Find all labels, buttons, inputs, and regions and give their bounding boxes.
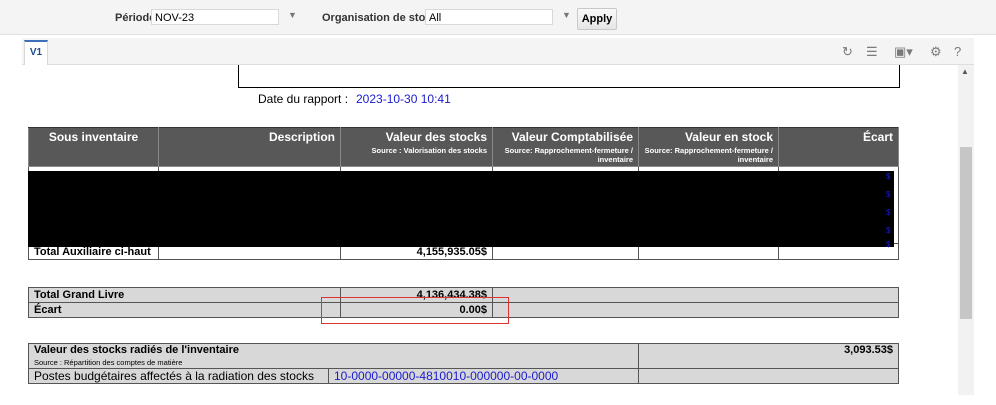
- radies-source: Source : Répartition des comptes de mati…: [34, 358, 183, 367]
- redacted-block: [28, 171, 894, 247]
- postes-value-link[interactable]: 10-0000-00000-4810010-000000-00-0000: [328, 368, 639, 384]
- radies-label-cell: Valeur des stocks radiés de l'inventaire…: [28, 343, 639, 369]
- tab-strip: [22, 38, 974, 65]
- apply-button[interactable]: Apply: [577, 8, 617, 30]
- link-fragment: $: [886, 226, 891, 235]
- tab-v1[interactable]: V1: [24, 40, 48, 65]
- total-gl-label: Total Grand Livre: [28, 287, 341, 303]
- report-date-value: 2023-10-30 10:41: [356, 92, 451, 106]
- highlight-box: [321, 297, 509, 324]
- col-ecart: Écart: [778, 127, 899, 167]
- period-dropdown-icon[interactable]: ▼: [288, 10, 297, 20]
- report-date-label: Date du rapport :: [258, 92, 349, 106]
- col-sous-inventaire: Sous inventaire: [28, 127, 159, 167]
- ecart-label: Écart: [28, 302, 341, 318]
- link-fragment: $: [886, 240, 891, 249]
- org-label: Organisation de stock: [322, 12, 438, 24]
- export-icon[interactable]: ▣▾: [894, 45, 913, 59]
- help-icon[interactable]: ?: [954, 45, 961, 59]
- radies-label: Valeur des stocks radiés de l'inventaire: [34, 344, 239, 356]
- report-content: Date du rapport : 2023-10-30 10:41 Sous …: [22, 65, 958, 395]
- col-valeur-en-stock: Valeur en stock Source: Rapprochement-fer…: [638, 127, 779, 167]
- col-valeur-stocks: Valeur des stocks Source : Valorisation d…: [340, 127, 493, 167]
- postes-label: Postes budgétaires affectés à la radiati…: [28, 368, 329, 384]
- link-fragment: $: [886, 190, 891, 199]
- link-fragment: $: [886, 172, 891, 181]
- col-description: Description: [158, 127, 341, 167]
- list-icon[interactable]: ☰: [866, 45, 878, 59]
- org-dropdown-icon[interactable]: ▼: [562, 10, 571, 20]
- refresh-icon[interactable]: ↻: [842, 45, 853, 59]
- col-valeur-compta: Valeur Comptabilisée Source: Rapprochemen…: [492, 127, 639, 167]
- org-select[interactable]: All: [425, 9, 553, 25]
- report-header-box: [238, 65, 900, 88]
- radies-table: Valeur des stocks radiés de l'inventaire…: [28, 343, 899, 384]
- scroll-up-icon[interactable]: ▲: [961, 67, 969, 76]
- radies-value: 3,093.53$: [638, 343, 899, 369]
- scrollbar-thumb[interactable]: [960, 147, 972, 319]
- period-select[interactable]: NOV-23: [151, 9, 279, 25]
- period-label: Période: [115, 12, 156, 24]
- link-fragment: $: [886, 208, 891, 217]
- gear-icon[interactable]: ⚙: [930, 45, 942, 59]
